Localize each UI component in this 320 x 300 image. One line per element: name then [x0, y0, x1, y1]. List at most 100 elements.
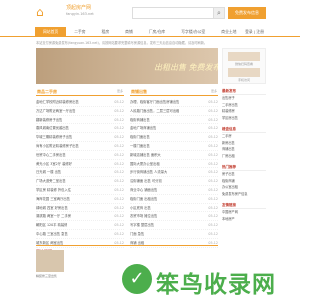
list-item-title[interactable]: 绿地城 四室 好房出售: [36, 204, 68, 212]
list-item[interactable]: 华城三期精装修房子出售 05-12: [36, 133, 124, 142]
site-logo[interactable]: ⌂: [36, 5, 64, 19]
list-item-title[interactable]: 临街门面 出租出售: [130, 195, 157, 203]
list-item-title[interactable]: 华城三期精装修房子出售: [36, 133, 72, 141]
list-item-title[interactable]: 日光城 一楼 出售: [36, 168, 61, 176]
list-item[interactable]: 广场大道旁二室出售 05-12: [36, 177, 124, 186]
main-nav: 网站首页 二手房 租房 商铺 厂房/仓库 写字楼/办公室 商业土地 登录 | 注册: [0, 27, 300, 37]
list-item[interactable]: 湖滨路 两室一厅 二手房 05-12: [36, 212, 124, 222]
list-item-title[interactable]: 小区底商 出售: [130, 204, 151, 212]
list-item-title[interactable]: 春风城南位置优越出售: [36, 124, 69, 132]
list-item[interactable]: 金地仁学校附近精装修房出售 05-12: [36, 98, 124, 107]
list-item[interactable]: 国际大厦办公室出租 05-12: [130, 160, 218, 169]
house-icon: ⌂: [36, 5, 44, 19]
list-item-title[interactable]: 广场大道旁二室出售: [36, 177, 66, 185]
list-item-title[interactable]: 一楼门面出售: [130, 142, 150, 150]
list-item[interactable]: 春风城南位置优越出售 05-12: [36, 124, 124, 134]
list-item[interactable]: 办理、临街客厅门面出售房铺出售 05-12: [130, 98, 218, 107]
list-item[interactable]: 临街门面出售 05-12: [130, 133, 218, 142]
list-item[interactable]: 绿地城 四室 好房出售 05-12: [36, 204, 124, 213]
nav-item[interactable]: 厂房/仓库: [141, 27, 173, 37]
list-item-date: 05-12: [114, 126, 124, 131]
list-item-title[interactable]: 翻新装修房子出售: [36, 116, 62, 124]
nav-item[interactable]: 商铺: [117, 27, 141, 37]
list-item[interactable]: 黄光小区 3室2厅 装修好 05-12: [36, 160, 124, 169]
left-list-more-link[interactable]: 更多: [117, 88, 123, 95]
list-item-title[interactable]: 人民路门面出售，二层三层可出租: [130, 107, 179, 115]
list-item[interactable]: 海岸花园 三室两厅出售 05-12: [36, 195, 124, 204]
list-item[interactable]: 人民路门面出售，二层三层可出租 05-12: [130, 107, 218, 116]
list-item-title[interactable]: 海岸花园 三室两厅出售: [36, 195, 70, 203]
list-item-title[interactable]: 步行街商铺出售 人流量大: [130, 168, 167, 176]
list-item-title[interactable]: 写字楼 整层出售: [130, 221, 154, 229]
list-item[interactable]: 商业中心 铺面出售 05-12: [130, 186, 218, 195]
list-item[interactable]: 日光城 一楼 出售 05-12: [36, 168, 124, 178]
list-item-title[interactable]: 沿街铺面 出售 可分割: [130, 177, 162, 185]
list-item-title[interactable]: 农贸市场 摊位出售: [130, 212, 157, 220]
list-item[interactable]: 翻新装修房子出售 05-12: [36, 116, 124, 125]
list-item-title[interactable]: 临街商铺出售: [130, 116, 150, 124]
nav-item[interactable]: 二手房: [66, 27, 93, 37]
list-item-title[interactable]: 尚有小区附近精装修房子出售: [36, 142, 79, 150]
list-item-title[interactable]: 学区房 精装修 拎包入住: [36, 186, 71, 194]
list-item[interactable]: 新城店铺出售 面积大 05-12: [130, 151, 218, 160]
mobile-thumbnail: [228, 68, 260, 77]
sidebar-section-title: 最新发布: [222, 88, 266, 95]
list-item-title[interactable]: 商业中心 铺面出售: [130, 186, 157, 194]
right-list-more-link[interactable]: 更多: [211, 88, 217, 95]
list-item-title[interactable]: 金地仁学校附近精装修房出售: [36, 98, 79, 106]
list-item[interactable]: 朝阳区 120平 精装修 05-12: [36, 221, 124, 230]
search-input[interactable]: [132, 7, 222, 19]
qr-thumbnail: [228, 52, 260, 61]
list-item-title[interactable]: 临街门面出售: [130, 133, 150, 141]
nav-item[interactable]: 租房: [94, 27, 118, 37]
list-item-title[interactable]: 黄光小区 3室2厅 装修好: [36, 160, 72, 168]
list-item-title[interactable]: 新城店铺出售 面积大: [130, 151, 161, 159]
publish-button[interactable]: 免费发布信息: [228, 7, 266, 19]
list-item[interactable]: 小区底商 出售 05-12: [130, 204, 218, 213]
list-item-date: 05-12: [208, 161, 218, 166]
site-header: ⌂ 顶起房产网 fangyin.163.net ⌕ 免费发布信息: [0, 0, 300, 24]
list-item-date: 05-12: [114, 223, 124, 228]
list-item[interactable]: 世贸中心二手房出售 05-12: [36, 151, 124, 160]
sidebar-section-title: 热门推荐: [222, 164, 266, 171]
list-item[interactable]: 临街商铺出售 05-12: [130, 116, 218, 125]
list-item[interactable]: 写字楼 整层出售 05-12: [130, 221, 218, 230]
list-item-title[interactable]: 国际大厦办公室出租: [130, 160, 160, 168]
nav-item[interactable]: 网站首页: [35, 27, 67, 37]
list-item-title[interactable]: 中心路 三室出售 急售: [36, 230, 68, 238]
list-item[interactable]: 步行街商铺出售 人流量大 05-12: [130, 168, 218, 178]
nav-item[interactable]: 写字楼/办公室: [173, 27, 213, 37]
list-item-title[interactable]: 门面 急售: [130, 230, 144, 238]
search-button[interactable]: ⌕: [213, 7, 225, 19]
list-item-title[interactable]: 世贸中心二手房出售: [36, 151, 66, 159]
left-list: 金地仁学校附近精装修房出售 05-12 万达广场附近两室一厅出售 05-12 翻新装修房…: [36, 98, 124, 248]
list-item[interactable]: 一楼门面出售 05-12: [130, 142, 218, 151]
list-item-title[interactable]: 湖滨路 两室一厅 二手房: [36, 212, 71, 220]
banner[interactable]: 出租出售 免费发布...: [36, 48, 218, 84]
list-item-title[interactable]: 朝阳区 120平 精装修: [36, 221, 67, 229]
list-item[interactable]: 临街门面 出租出售 05-12: [130, 195, 218, 204]
list-item-title[interactable]: 办理、临街客厅门面出售房铺出售: [130, 98, 179, 106]
list-item[interactable]: 农贸市场 摊位出售 05-12: [130, 212, 218, 222]
list-item[interactable]: 万达广场附近两室一厅出售 05-12: [36, 107, 124, 116]
list-item-date: 05-12: [208, 117, 218, 122]
list-item-title[interactable]: 金地广场商铺出售: [130, 124, 156, 132]
list-item-date: 05-12: [208, 179, 218, 184]
nav-item[interactable]: 商业土地: [213, 27, 244, 37]
sidebar: 最新发布 出售房子 二手房出售 精装修房 学区房出售 楼盘信息 二手房 新房出售 商铺出售 厂房出…: [222, 88, 266, 227]
side-promo-box: 微信扫码查看 手机访问: [222, 48, 266, 84]
list-item-title[interactable]: 万达广场附近两室一厅出售: [36, 107, 76, 115]
list-item-date: 05-12: [208, 231, 218, 236]
list-item[interactable]: 沿街铺面 出售 可分割 05-12: [130, 177, 218, 186]
list-item-date: 05-12: [208, 152, 218, 157]
list-item-date: 05-12: [114, 179, 124, 184]
list-item[interactable]: 学区房 精装修 拎包入住 05-12: [36, 186, 124, 195]
left-list-header: 商品二手房 更多: [36, 88, 124, 96]
property-photo-caption[interactable]: 精装修三室出售: [36, 274, 57, 278]
list-item[interactable]: 尚有小区附近精装修房子出售 05-12: [36, 142, 124, 151]
login-register-link[interactable]: 登录 | 注册: [245, 27, 264, 37]
property-photo[interactable]: [36, 250, 64, 272]
sidebar-section-title: 友情链接: [222, 202, 266, 209]
list-item-date: 05-12: [114, 231, 124, 236]
list-item[interactable]: 金地广场商铺出售 05-12: [130, 124, 218, 134]
